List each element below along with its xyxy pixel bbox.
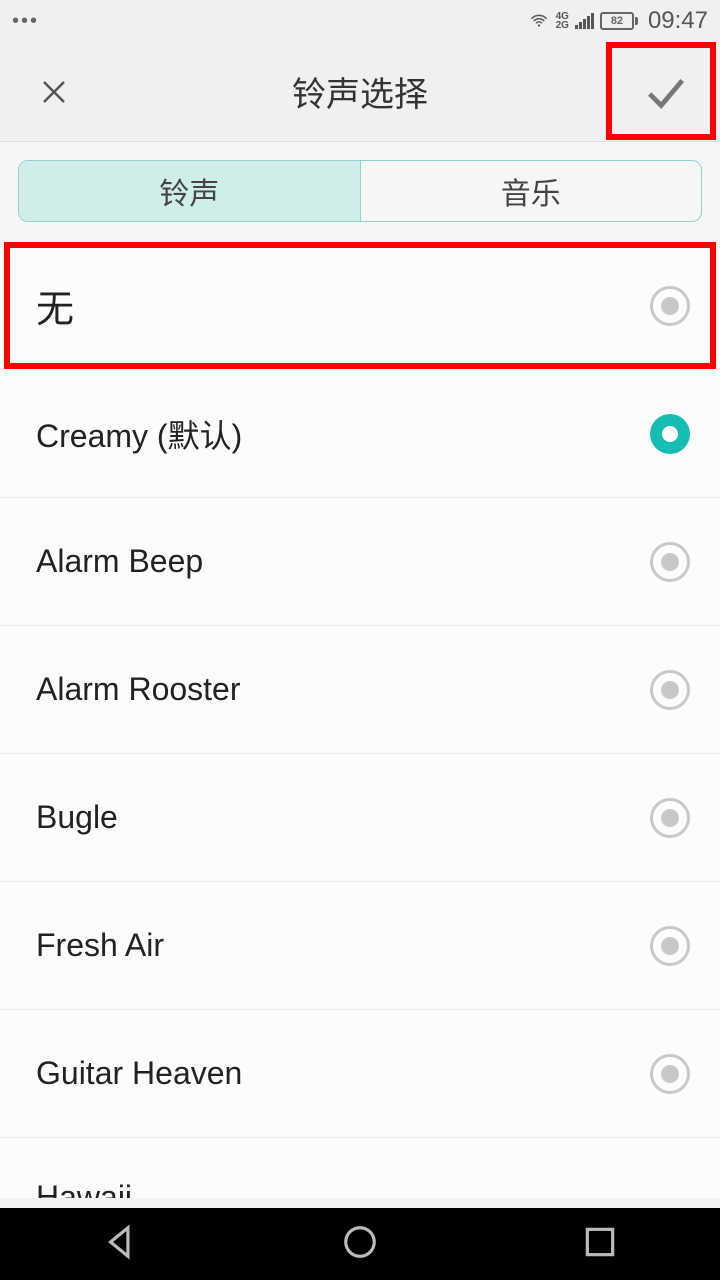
header: 铃声选择	[0, 42, 720, 142]
ringtone-row[interactable]: Alarm Rooster	[0, 626, 720, 754]
more-icon: •••	[12, 10, 39, 33]
ringtone-row[interactable]: Alarm Beep	[0, 498, 720, 626]
radio-button[interactable]	[650, 926, 690, 966]
back-button[interactable]	[101, 1223, 139, 1266]
ringtone-label: Guitar Heaven	[36, 1055, 242, 1092]
close-button[interactable]	[30, 68, 78, 116]
ringtone-label: Alarm Rooster	[36, 671, 241, 708]
tab-music[interactable]: 音乐	[360, 161, 702, 221]
radio-button[interactable]	[650, 414, 690, 454]
signal-icon	[575, 13, 594, 29]
system-navbar	[0, 1208, 720, 1280]
check-icon	[642, 69, 688, 115]
wifi-icon	[528, 12, 550, 30]
ringtone-label: 无	[36, 278, 74, 333]
ringtone-row[interactable]: 无	[0, 242, 720, 370]
ringtone-row[interactable]: Bugle	[0, 754, 720, 882]
radio-button[interactable]	[650, 286, 690, 326]
ringtone-row[interactable]: Creamy (默认)	[0, 370, 720, 498]
network-label: 4G 2G	[556, 12, 569, 30]
ringtone-label: Bugle	[36, 799, 118, 836]
confirm-button[interactable]	[610, 42, 720, 142]
recent-icon	[581, 1223, 619, 1261]
radio-button[interactable]	[650, 542, 690, 582]
page-title: 铃声选择	[292, 67, 428, 116]
back-icon	[101, 1223, 139, 1261]
close-icon	[39, 77, 69, 107]
radio-button[interactable]	[650, 1054, 690, 1094]
tabs: 铃声音乐	[0, 142, 720, 242]
tab-ringtone[interactable]: 铃声	[19, 161, 360, 221]
ringtone-row[interactable]: Hawaii	[0, 1138, 720, 1198]
ringtone-label: Alarm Beep	[36, 543, 203, 580]
home-icon	[341, 1223, 379, 1261]
clock: 09:47	[648, 7, 708, 35]
radio-button[interactable]	[650, 670, 690, 710]
home-button[interactable]	[341, 1223, 379, 1266]
ringtone-list: 无 Creamy (默认) Alarm Beep Alarm Rooster Bugle…	[0, 242, 720, 1198]
ringtone-label: Creamy (默认)	[36, 411, 242, 457]
radio-button[interactable]	[650, 798, 690, 838]
battery-icon: 82	[600, 12, 638, 30]
recent-button[interactable]	[581, 1223, 619, 1266]
ringtone-label: Hawaii	[36, 1179, 132, 1198]
annotation-highlight	[4, 242, 716, 369]
status-bar: ••• 4G 2G 82 09:47	[0, 0, 720, 42]
ringtone-label: Fresh Air	[36, 927, 164, 964]
ringtone-row[interactable]: Fresh Air	[0, 882, 720, 1010]
ringtone-row[interactable]: Guitar Heaven	[0, 1010, 720, 1138]
